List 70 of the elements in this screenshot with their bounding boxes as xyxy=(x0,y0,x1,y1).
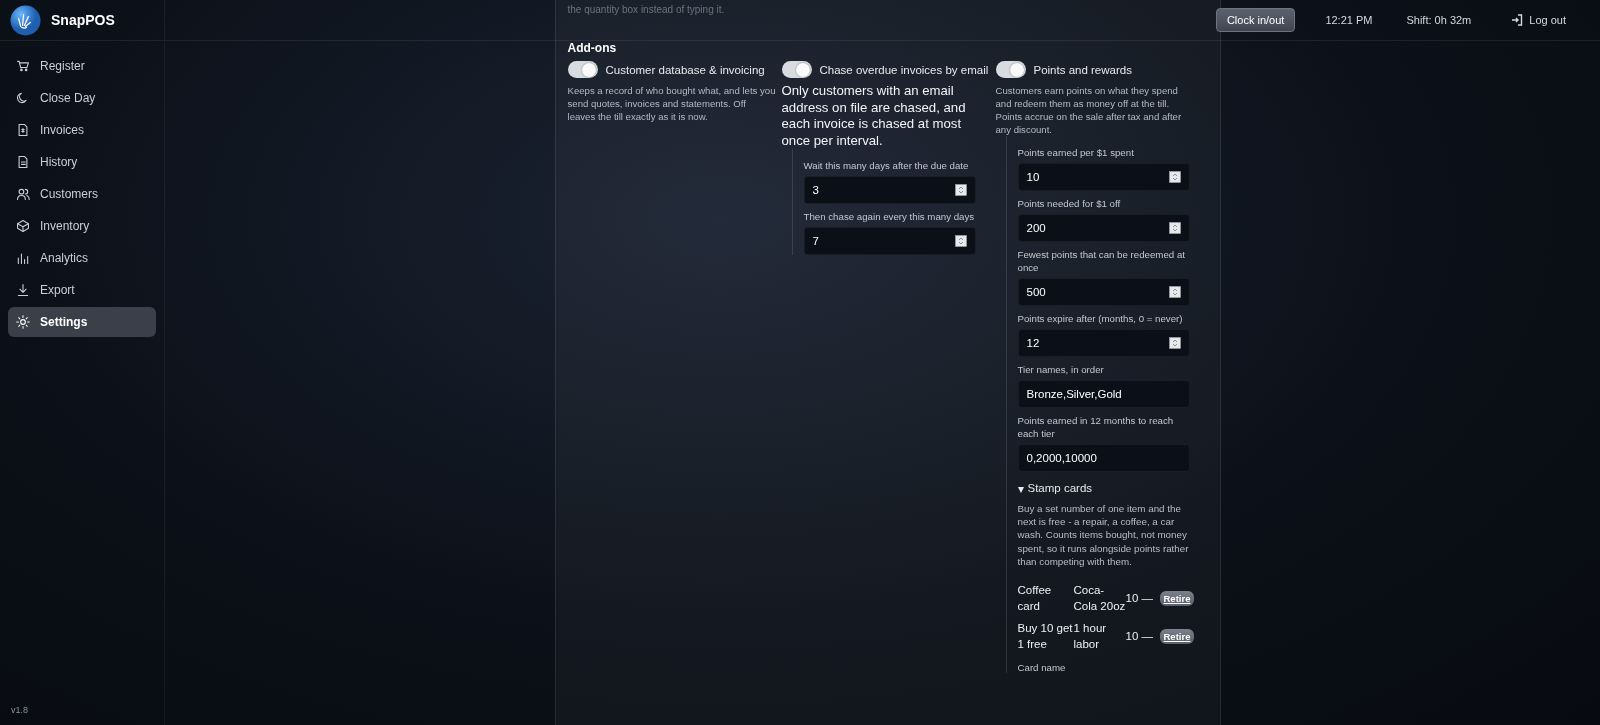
number-field[interactable]: 12 xyxy=(1017,329,1190,357)
clock-button[interactable]: Clock in/out xyxy=(1215,8,1296,32)
toggle-label: Chase overdue invoices by email xyxy=(819,63,989,76)
field-label: Points expire after (months, 0 = never) xyxy=(1017,312,1184,325)
sidebar-item[interactable]: History xyxy=(8,147,156,177)
toggle-label: Customer database & invoicing xyxy=(605,63,765,76)
number-field[interactable]: 500 xyxy=(1017,278,1190,306)
addon-description: Customers earn points on what they spend and redeem them as money off at the till. Points accrue on the sale after tax and after any discount. xyxy=(995,84,1183,136)
field-label: Points earned per $1 spent xyxy=(1017,146,1135,159)
addon-description: Only customers with an email address on file are chased, and each invoice is chased at most once per interval. xyxy=(781,83,967,149)
logout-button[interactable]: Log out xyxy=(1505,13,1572,27)
card-name: Buy 10 get 1 free xyxy=(1017,621,1074,652)
sidebar-item[interactable]: Settings xyxy=(8,307,156,337)
toggle-switch[interactable] xyxy=(567,61,598,78)
logo-icon xyxy=(10,4,41,36)
spinner-icon[interactable] xyxy=(1168,286,1181,298)
stamp-cards-toggle[interactable]: ▾ Stamp cards xyxy=(1017,482,1196,496)
text-field[interactable]: 0,2000,10000 xyxy=(1017,444,1190,472)
cube-icon xyxy=(16,219,30,233)
cart-icon xyxy=(16,59,30,73)
addon-description: Keeps a record of who bought what, and lets you send quotes, invoices and statements. Off leaves the till exactly as it is now. xyxy=(567,84,777,123)
text-field[interactable]: Bronze,Silver,Gold xyxy=(1017,380,1190,408)
field-label: Card name xyxy=(1017,662,1067,673)
card-item: 1 hour labor xyxy=(1073,621,1108,652)
retire-button[interactable]: Retire xyxy=(1159,590,1195,606)
setting-description: the quantity box instead of typing it. xyxy=(567,4,726,15)
shift-duration: Shift: 0h 32m xyxy=(1406,14,1472,26)
field-label: Points earned in 12 months to reach each tier xyxy=(1017,414,1175,440)
field-label: Tier names, in order xyxy=(1017,363,1105,376)
sidebar-item[interactable]: Customers xyxy=(8,179,156,209)
card-count: 10 — xyxy=(1125,591,1154,606)
field-label: Points needed for $1 off xyxy=(1017,197,1122,210)
logout-icon xyxy=(1511,14,1524,26)
spinner-icon[interactable] xyxy=(1168,222,1181,234)
bar-chart-icon xyxy=(16,251,30,265)
document-icon xyxy=(16,155,30,169)
sidebar-item[interactable]: Close Day xyxy=(8,83,156,113)
card-name: Coffee card xyxy=(1017,583,1053,614)
sidebar-item[interactable]: Invoices xyxy=(8,115,156,145)
invoice-icon xyxy=(16,123,30,137)
card-item: Coca-Cola 20oz xyxy=(1073,583,1126,614)
retire-button[interactable]: Retire xyxy=(1159,628,1195,644)
field-label: Wait this many days after the due date xyxy=(803,159,970,172)
app-name: SnapPOS xyxy=(51,12,115,28)
settings-icon xyxy=(16,315,30,329)
number-field[interactable]: 200 xyxy=(1017,214,1190,242)
field-label: Then chase again every this many days xyxy=(803,210,976,223)
clock-time: 12:21 PM xyxy=(1325,14,1373,26)
stamp-cards-description: Buy a set number of one item and the next is free - a repair, a coffee, a car wash. Counts items bought, not money spent, so it runs alongside points rather than competing with them. xyxy=(1017,502,1190,568)
number-field[interactable]: 10 xyxy=(1017,163,1190,191)
number-field[interactable]: 7 xyxy=(803,227,976,255)
sidebar-item[interactable]: Analytics xyxy=(8,243,156,273)
field-label: Fewest points that can be redeemed at once xyxy=(1017,248,1186,274)
card-count: 10 — xyxy=(1125,629,1154,644)
moon-icon xyxy=(16,91,30,105)
version-label: v1.8 xyxy=(10,705,29,715)
people-icon xyxy=(16,187,30,201)
toggle-switch[interactable] xyxy=(781,61,812,78)
spinner-icon[interactable] xyxy=(1168,171,1181,183)
sidebar-item[interactable]: Register xyxy=(8,51,156,81)
download-icon xyxy=(16,283,30,297)
toggle-label: Points and rewards xyxy=(1033,63,1132,76)
number-field[interactable]: 3 xyxy=(803,176,976,204)
spinner-icon[interactable] xyxy=(954,235,967,247)
sidebar-item[interactable]: Inventory xyxy=(8,211,156,241)
spinner-icon[interactable] xyxy=(1168,337,1181,349)
section-title: Add-ons xyxy=(567,41,618,55)
toggle-switch[interactable] xyxy=(995,61,1026,78)
spinner-icon[interactable] xyxy=(954,184,967,196)
sidebar-item[interactable]: Export xyxy=(8,275,156,305)
